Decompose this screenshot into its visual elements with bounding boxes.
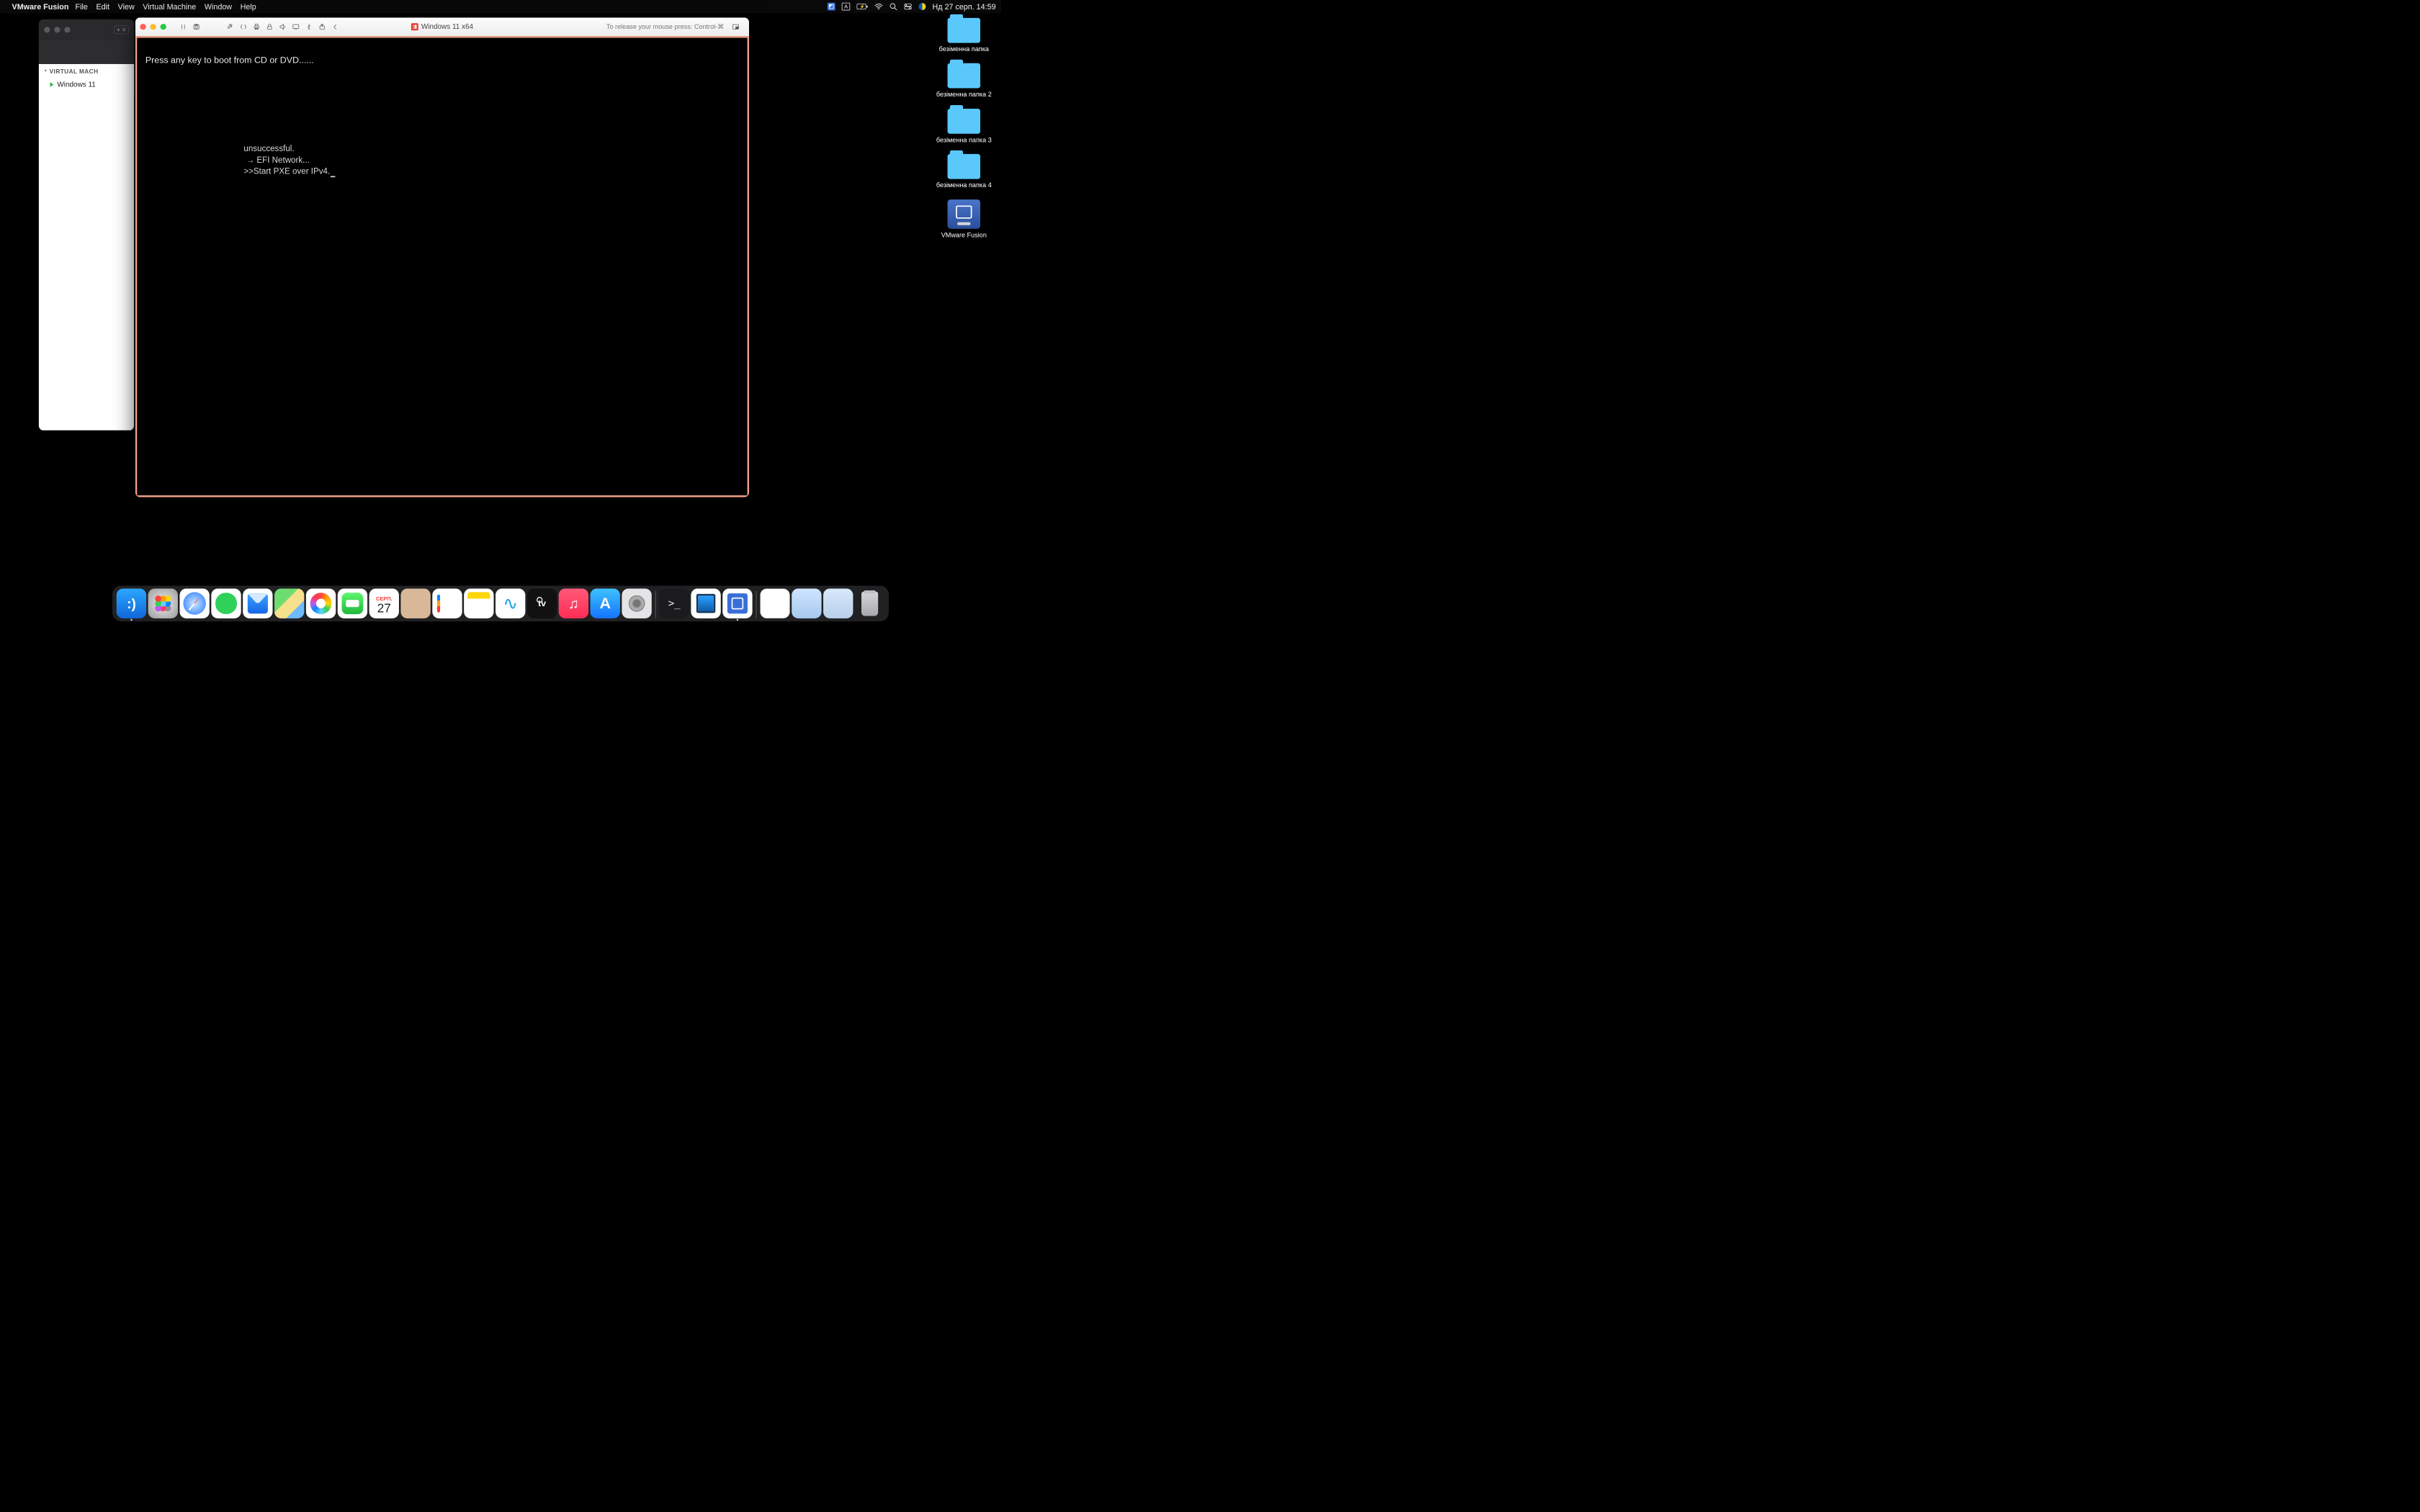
control-center-icon[interactable] <box>904 2 913 11</box>
vm-traffic-lights[interactable] <box>140 24 166 30</box>
dock-settings[interactable] <box>622 588 651 618</box>
resize-icon[interactable] <box>238 22 248 32</box>
dock-separator <box>756 591 757 618</box>
dock-launchpad[interactable] <box>148 588 178 618</box>
dock-minimized-window[interactable] <box>792 588 821 618</box>
dock-calendar[interactable]: СЕРП. 27 <box>369 588 399 618</box>
library-vm-name: Windows 11 <box>57 81 95 89</box>
dock-mail[interactable] <box>243 588 272 618</box>
library-titlebar: + ˅ <box>39 19 134 40</box>
dock-trash[interactable] <box>855 588 884 618</box>
desktop-folder[interactable]: безіменна папка 4 <box>933 154 995 189</box>
dock-virtualbox[interactable] <box>691 588 720 618</box>
dock-photos[interactable] <box>306 588 336 618</box>
menu-view[interactable]: View <box>118 2 135 12</box>
spotlight-icon[interactable] <box>889 2 897 11</box>
menu-edit[interactable]: Edit <box>96 2 109 12</box>
vm-running-icon <box>50 82 54 87</box>
dock-separator <box>655 591 656 618</box>
dock-minimized-window[interactable] <box>823 588 853 618</box>
printer-icon[interactable] <box>251 22 261 32</box>
dock-tv[interactable] <box>527 588 557 618</box>
app-name[interactable]: VMware Fusion <box>12 2 69 12</box>
vmware-tray-icon[interactable] <box>828 2 835 11</box>
dock-recent-doc[interactable] <box>760 588 789 618</box>
console-line: >>Start PXE over IPv4. <box>243 166 330 176</box>
snapshot-button[interactable] <box>192 22 202 32</box>
library-add-button[interactable]: + ˅ <box>114 26 129 35</box>
vm-toolbar: Windows 11 x64 To release your mouse pre… <box>135 17 749 36</box>
vm-console-output: Press any key to boot from CD or DVD....… <box>137 38 747 205</box>
dock-music[interactable] <box>559 588 588 618</box>
macos-dock: СЕРП. 27 <box>112 585 889 621</box>
console-line: unsuccessful. <box>243 144 294 153</box>
lock-icon[interactable] <box>264 22 274 32</box>
vm-screen[interactable]: Press any key to boot from CD or DVD....… <box>135 36 749 497</box>
vm-console-window: Windows 11 x64 To release your mouse pre… <box>135 17 749 497</box>
windows-logo-icon <box>411 23 418 30</box>
usb-icon[interactable] <box>304 22 314 32</box>
desktop-vmware-icon[interactable]: VMware Fusion <box>933 199 995 239</box>
library-vm-item[interactable]: Windows 11 <box>39 78 134 92</box>
desktop-folder[interactable]: безіменна папка 2 <box>933 63 995 99</box>
siri-icon[interactable] <box>919 2 926 11</box>
dock-terminal[interactable] <box>660 588 689 618</box>
menubar-clock[interactable]: Нд 27 серп. 14:59 <box>933 2 996 12</box>
dock-appstore[interactable] <box>591 588 620 618</box>
share-icon[interactable] <box>317 22 327 32</box>
dock-contacts[interactable] <box>400 588 430 618</box>
svg-text:⚡: ⚡ <box>860 4 865 9</box>
dock-notes[interactable] <box>464 588 493 618</box>
vmware-file-icon <box>948 199 981 229</box>
dock-messages[interactable] <box>211 588 241 618</box>
menu-help[interactable]: Help <box>241 2 256 12</box>
console-line: Press any key to boot from CD or DVD....… <box>145 55 314 66</box>
sound-icon[interactable] <box>278 22 288 32</box>
dock-vmware-fusion[interactable] <box>722 588 752 618</box>
disclosure-triangle-icon[interactable]: ▼ <box>43 68 48 73</box>
vm-window-title: Windows 11 x64 <box>411 22 473 31</box>
dock-finder[interactable] <box>117 588 146 618</box>
back-icon[interactable] <box>330 22 340 32</box>
desktop-folder[interactable]: безіменна папка <box>933 18 995 53</box>
macos-menubar: VMware Fusion File Edit View Virtual Mac… <box>0 0 1001 13</box>
calendar-day: 27 <box>377 602 391 614</box>
display-icon[interactable] <box>291 22 301 32</box>
console-line: → EFI Network... <box>243 156 309 165</box>
desktop-folder[interactable]: безіменна папка 3 <box>933 109 995 144</box>
dock-maps[interactable] <box>274 588 304 618</box>
desktop-icons: безіменна папка безіменна папка 2 безіме… <box>933 18 995 249</box>
dock-reminders[interactable] <box>432 588 462 618</box>
library-section-header: ▼ VIRTUAL MACH <box>39 64 134 78</box>
folder-icon <box>948 109 981 134</box>
text-cursor <box>331 176 336 177</box>
battery-icon[interactable]: ⚡ <box>856 2 868 11</box>
dock-freeform[interactable] <box>496 588 525 618</box>
library-traffic-lights[interactable] <box>44 27 70 32</box>
vm-library-window: + ˅ ▼ VIRTUAL MACH Windows 11 <box>39 19 134 431</box>
folder-icon <box>948 63 981 89</box>
folder-icon <box>948 154 981 179</box>
pip-icon[interactable] <box>730 22 740 32</box>
mouse-release-hint: To release your mouse press: Control-⌘ <box>606 23 724 31</box>
wifi-icon[interactable] <box>874 2 883 11</box>
input-source-icon[interactable]: A <box>842 2 851 11</box>
settings-wrench-icon[interactable] <box>225 22 236 32</box>
menu-window[interactable]: Window <box>205 2 232 12</box>
menu-file[interactable]: File <box>76 2 88 12</box>
menu-virtual-machine[interactable]: Virtual Machine <box>143 2 196 12</box>
folder-icon <box>948 18 981 43</box>
pause-button[interactable] <box>178 22 188 32</box>
dock-facetime[interactable] <box>338 588 367 618</box>
dock-safari[interactable] <box>179 588 209 618</box>
